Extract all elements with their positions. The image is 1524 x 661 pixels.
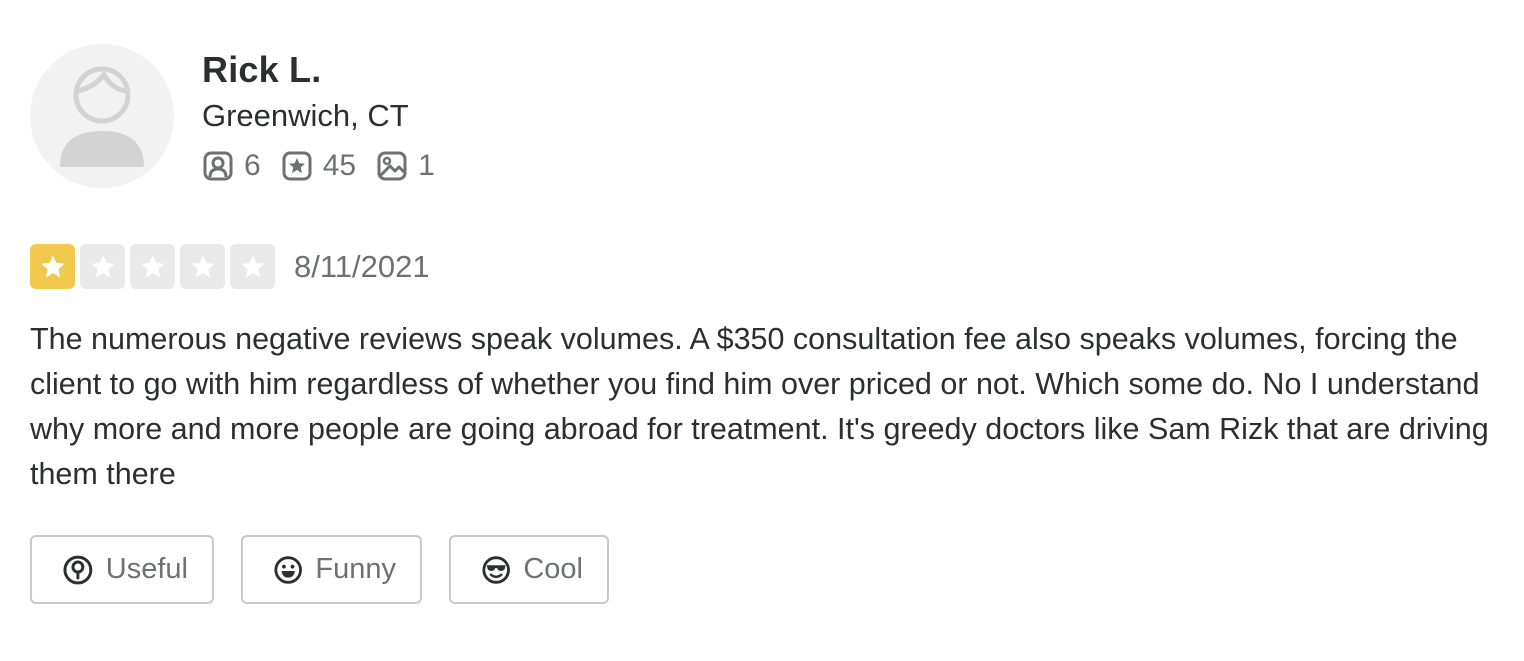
photos-stat: 1: [376, 148, 435, 184]
star-icon: [190, 254, 215, 277]
star-icon: [40, 254, 65, 277]
lightbulb-icon: [63, 555, 93, 584]
user-passport: Rick L. Greenwich, CT 6 45 1: [30, 44, 1500, 188]
rating-row: 8/11/2021: [30, 244, 1500, 289]
useful-button[interactable]: Useful: [30, 535, 214, 604]
star-1: [30, 244, 75, 289]
user-name[interactable]: Rick L.: [202, 48, 455, 92]
star-icon: [140, 254, 165, 277]
star-3: [130, 244, 175, 289]
reviews-stat: 45: [281, 148, 356, 184]
reaction-buttons: Useful Funny Cool: [30, 535, 1500, 604]
review-card: Rick L. Greenwich, CT 6 45 1 8/11/2021 T…: [30, 44, 1500, 604]
star-icon: [240, 254, 265, 277]
user-location: Greenwich, CT: [202, 98, 409, 133]
photo-icon: [377, 151, 407, 181]
reviews-count: 45: [322, 149, 357, 182]
sunglasses-face-icon: [482, 555, 510, 584]
star-icon: [90, 254, 115, 277]
funny-label: Funny: [315, 553, 396, 585]
star-rating: [30, 244, 280, 289]
star-review-icon: [282, 151, 312, 181]
laughing-face-icon: [274, 555, 302, 584]
user-stats: 6 45 1: [202, 148, 455, 184]
friends-icon: [203, 151, 233, 181]
review-date: 8/11/2021: [294, 248, 430, 284]
user-info: Rick L. Greenwich, CT 6 45 1: [202, 48, 455, 184]
avatar[interactable]: [30, 44, 174, 188]
cool-label: Cool: [523, 553, 583, 585]
star-4: [180, 244, 225, 289]
cool-button[interactable]: Cool: [449, 535, 609, 604]
friends-count: 6: [244, 149, 261, 182]
star-2: [80, 244, 125, 289]
funny-button[interactable]: Funny: [241, 535, 422, 604]
friends-stat: 6: [202, 148, 261, 184]
star-5: [230, 244, 275, 289]
review-text: The numerous negative reviews speak volu…: [30, 322, 1489, 491]
photos-count: 1: [418, 149, 435, 182]
useful-label: Useful: [105, 553, 188, 585]
default-user-icon: [60, 66, 144, 167]
